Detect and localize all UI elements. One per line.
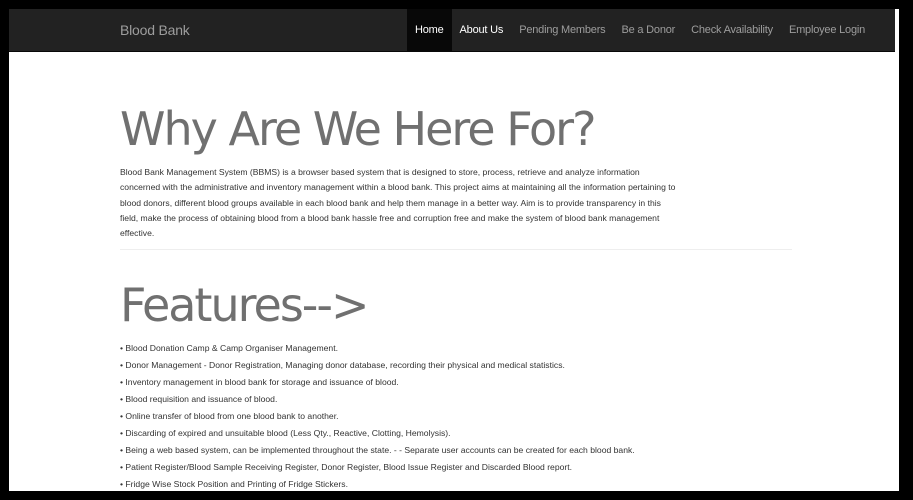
nav-item-check-availability[interactable]: Check Availability (683, 9, 781, 51)
features-heading: Features--> (120, 278, 370, 332)
brand-link[interactable]: Blood Bank (120, 9, 190, 51)
feature-item: Donor Management - Donor Registration, M… (120, 357, 635, 374)
nav-item-employee-login[interactable]: Employee Login (781, 9, 873, 51)
nav-item-pending-members[interactable]: Pending Members (511, 9, 613, 51)
nav-item-be-a-donor[interactable]: Be a Donor (613, 9, 683, 51)
feature-item: Blood requisition and issuance of blood. (120, 391, 635, 408)
feature-item: Patient Register/Blood Sample Receiving … (120, 459, 635, 476)
section-divider (120, 249, 792, 250)
navbar: Blood Bank Home About Us Pending Members… (9, 9, 895, 52)
feature-item: Fridge Wise Stock Position and Printing … (120, 476, 635, 491)
feature-item: Discarding of expired and unsuitable blo… (120, 425, 635, 442)
features-list: Blood Donation Camp & Camp Organiser Man… (120, 340, 635, 491)
feature-item: Online transfer of blood from one blood … (120, 408, 635, 425)
intro-paragraph: Blood Bank Management System (BBMS) is a… (120, 167, 676, 239)
nav-item-home[interactable]: Home (407, 9, 452, 51)
nav-menu: Home About Us Pending Members Be a Donor… (407, 9, 873, 51)
feature-item: Inventory management in blood bank for s… (120, 374, 635, 391)
scrollbar[interactable] (895, 9, 899, 491)
feature-item: Being a web based system, can be impleme… (120, 442, 634, 459)
feature-item: Blood Donation Camp & Camp Organiser Man… (120, 340, 635, 357)
nav-item-about-us[interactable]: About Us (452, 9, 512, 51)
why-heading: Why Are We Here For? (120, 102, 596, 156)
browser-viewport: Blood Bank Home About Us Pending Members… (9, 9, 895, 491)
